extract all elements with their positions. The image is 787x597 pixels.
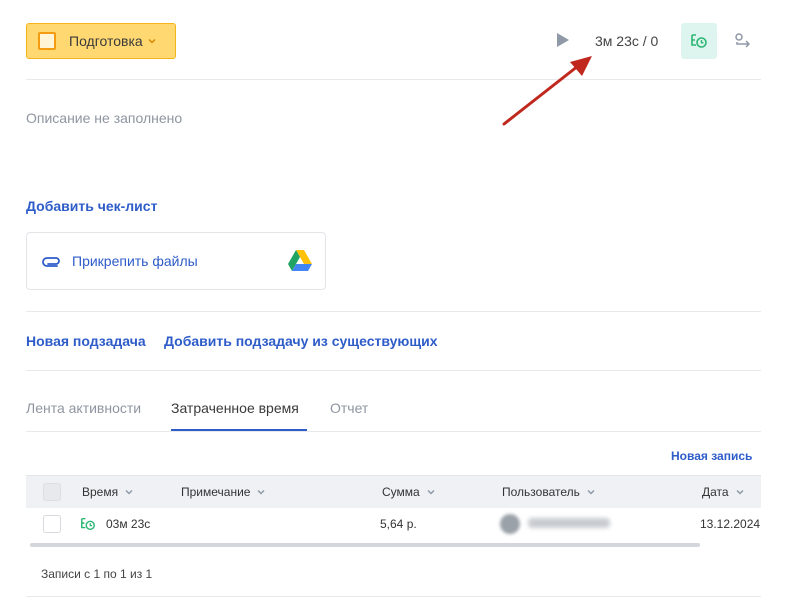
column-header-label: Сумма [382, 485, 420, 499]
add-checklist-link[interactable]: Добавить чек-лист [26, 198, 157, 214]
attach-files-label: Прикрепить файлы [72, 253, 198, 269]
new-entry-link[interactable]: Новая запись [671, 449, 752, 463]
column-header-note[interactable]: Примечание [181, 485, 266, 499]
horizontal-scrollbar[interactable] [30, 543, 700, 547]
row-checkbox[interactable] [43, 515, 61, 533]
chevron-down-icon [427, 489, 435, 495]
attach-files-box[interactable]: Прикрепить файлы [26, 232, 326, 290]
table-header: Время Примечание Сумма Пользователь Дата [26, 475, 761, 508]
column-header-user[interactable]: Пользователь [502, 485, 596, 499]
chevron-down-icon [736, 489, 744, 495]
add-existing-subtask-link[interactable]: Добавить подзадачу из существующих [164, 333, 438, 349]
column-header-sum[interactable]: Сумма [382, 485, 436, 499]
cell-time: 03м 23с [106, 517, 151, 531]
status-dropdown[interactable]: Подготовка [26, 23, 176, 59]
timer-text: 3м 23с / 0 [595, 33, 659, 49]
paperclip-icon [42, 257, 60, 267]
share-icon[interactable] [734, 32, 752, 50]
divider [26, 431, 761, 432]
divider [26, 370, 761, 371]
avatar [500, 514, 520, 534]
column-header-date[interactable]: Дата [702, 485, 745, 499]
select-all-checkbox[interactable] [43, 483, 61, 501]
tab-activity-feed[interactable]: Лента активности [26, 400, 141, 416]
column-header-label: Время [82, 485, 119, 499]
clock-icon [81, 517, 95, 531]
annotation-arrow [502, 56, 592, 126]
pagination-info: Записи с 1 по 1 из 1 [41, 567, 153, 581]
tab-time-spent[interactable]: Затраченное время [171, 400, 299, 416]
column-header-label: Пользователь [502, 485, 580, 499]
column-header-label: Примечание [181, 485, 251, 499]
chevron-down-icon [587, 489, 595, 495]
column-header-time[interactable]: Время [82, 485, 134, 499]
google-drive-icon[interactable] [288, 250, 312, 271]
tab-report[interactable]: Отчет [330, 400, 368, 416]
cell-date: 13.12.2024 [700, 517, 761, 531]
time-tracking-button[interactable] [681, 23, 717, 59]
user-name-redacted [528, 518, 610, 528]
column-header-label: Дата [702, 485, 729, 499]
cell-sum: 5,64 р. [380, 517, 417, 531]
clock-icon [691, 34, 707, 48]
chevron-down-icon [257, 489, 265, 495]
table-row[interactable]: 03м 23с 5,64 р. 13.12.2024 [26, 508, 761, 540]
new-subtask-link[interactable]: Новая подзадача [26, 333, 146, 349]
chevron-down-icon [125, 489, 133, 495]
status-color-swatch [38, 32, 56, 50]
chevron-down-icon [148, 38, 156, 44]
status-label: Подготовка [69, 33, 143, 49]
description-placeholder[interactable]: Описание не заполнено [26, 110, 182, 126]
divider [26, 311, 761, 312]
divider [26, 79, 761, 80]
play-icon[interactable] [556, 32, 570, 48]
